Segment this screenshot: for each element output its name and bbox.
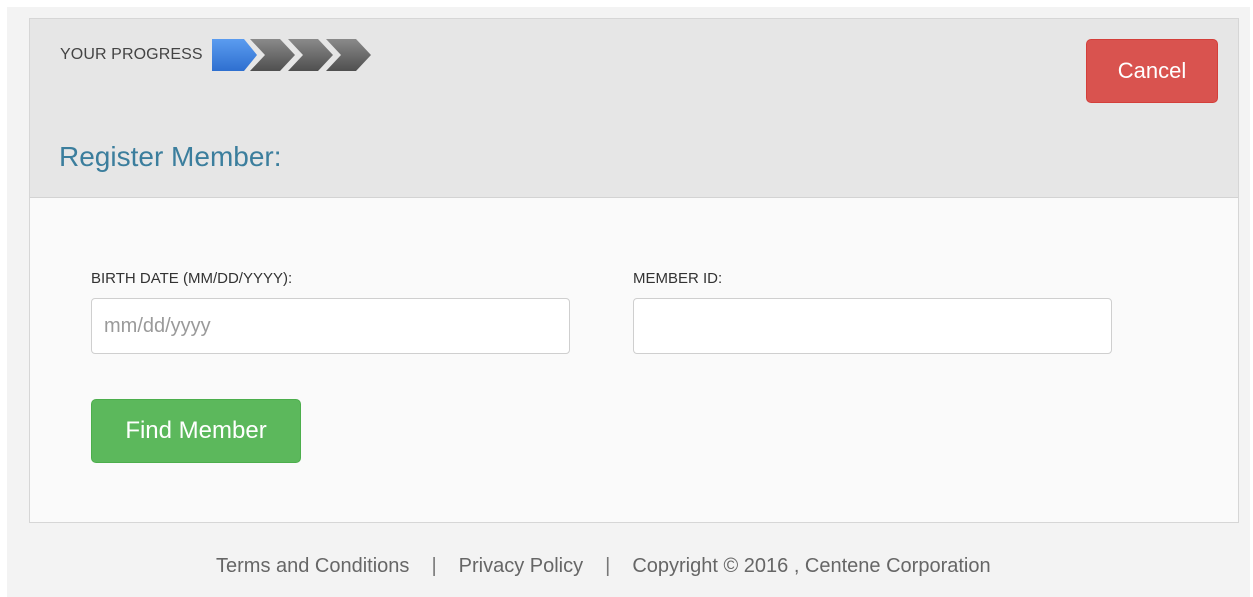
progress-steps <box>211 39 392 71</box>
member-search-form: BIRTH DATE (MM/DD/YYYY): MEMBER ID: Find… <box>30 198 1238 522</box>
terms-link[interactable]: Terms and Conditions <box>216 555 409 577</box>
privacy-link[interactable]: Privacy Policy <box>459 555 583 577</box>
birth-date-input[interactable] <box>91 298 570 354</box>
birth-date-label: BIRTH DATE (MM/DD/YYYY): <box>91 270 293 287</box>
copyright-text: Copyright © 2016 , Centene Corporation <box>632 555 991 577</box>
member-id-label: MEMBER ID: <box>633 270 723 287</box>
progress-label: YOUR PROGRESS <box>60 46 203 63</box>
progress-indicator: YOUR PROGRESS <box>60 39 392 71</box>
find-member-button[interactable]: Find Member <box>91 399 301 463</box>
cancel-button[interactable]: Cancel <box>1086 39 1218 103</box>
panel-header: YOUR PROGRESS Cancel Register Member: <box>30 19 1238 198</box>
register-panel: YOUR PROGRESS Cancel Register Member: BI… <box>29 18 1239 523</box>
page-title: Register Member: <box>59 141 282 172</box>
footer-separator: | <box>605 555 611 577</box>
member-id-input[interactable] <box>633 298 1112 354</box>
footer-separator: | <box>431 555 437 577</box>
progress-step-4-icon <box>325 39 371 71</box>
